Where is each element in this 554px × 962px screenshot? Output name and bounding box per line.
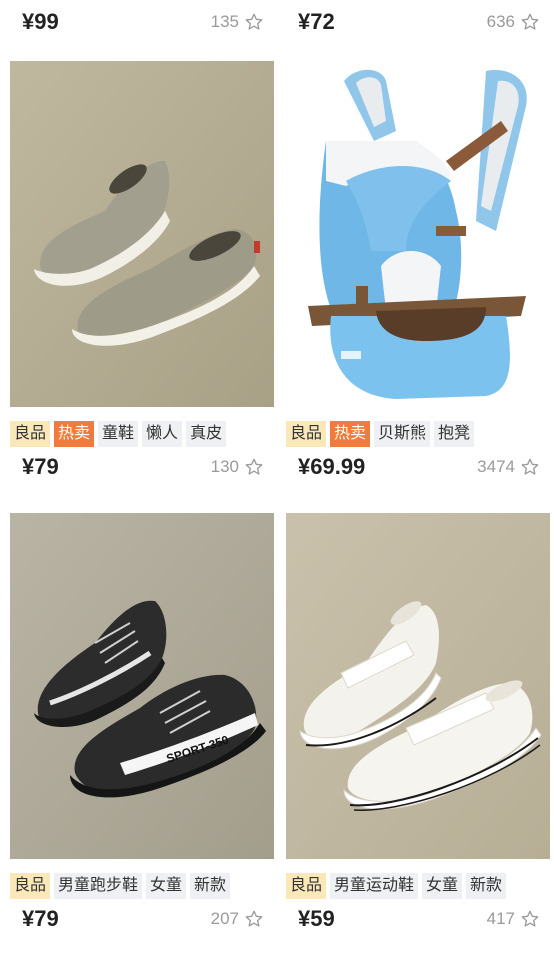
- product-image[interactable]: SPORT-350: [10, 513, 274, 859]
- product-photo: [286, 61, 550, 407]
- like-button[interactable]: 3474: [477, 457, 540, 477]
- tag[interactable]: 贝斯熊: [374, 421, 431, 447]
- price: ¥69.99: [298, 454, 366, 479]
- price-row: ¥79 130: [22, 447, 264, 487]
- price: ¥99: [22, 9, 59, 34]
- tag-good: 良品: [286, 873, 327, 899]
- like-button[interactable]: 135: [211, 12, 264, 32]
- tag-list: 良品 热卖 贝斯熊 抱凳: [286, 421, 550, 447]
- tag[interactable]: 抱凳: [434, 421, 475, 447]
- product-photo: [10, 61, 274, 407]
- product-image[interactable]: [286, 513, 550, 859]
- like-button[interactable]: 417: [487, 909, 540, 929]
- like-button[interactable]: 130: [211, 457, 264, 477]
- like-button[interactable]: 207: [211, 909, 264, 929]
- product-card[interactable]: 良品 男童运动鞋 女童 新款 ¥59 417: [286, 513, 550, 939]
- tag[interactable]: 童鞋: [98, 421, 139, 447]
- price-row: ¥59 417: [298, 899, 540, 939]
- likes-count: 417: [486, 909, 515, 928]
- price-row: ¥69.99 3474: [298, 447, 540, 487]
- star-outline-icon: [521, 910, 539, 927]
- tag-list: 良品 男童运动鞋 女童 新款: [286, 873, 550, 899]
- tag-hot: 热卖: [330, 421, 371, 447]
- tag-list: 良品 男童跑步鞋 女童 新款: [10, 873, 274, 899]
- star-outline-icon: [245, 458, 263, 475]
- price-row: ¥79 207: [22, 899, 264, 939]
- product-image[interactable]: [286, 61, 550, 407]
- product-feed: ¥99 135 ¥72 636 良品 热卖 童鞋 懒人 真皮 ¥79 130 良…: [0, 0, 554, 962]
- tag-good: 良品: [10, 873, 51, 899]
- likes-count: 130: [210, 457, 239, 476]
- tag[interactable]: 懒人: [142, 421, 183, 447]
- tag-hot: 热卖: [54, 421, 95, 447]
- product-card[interactable]: SPORT-350 良品 男童跑步鞋 女童 新款 ¥79 207: [10, 513, 274, 939]
- likes-count: 3474: [477, 457, 515, 476]
- star-outline-icon: [245, 910, 263, 927]
- tag[interactable]: 女童: [422, 873, 463, 899]
- price: ¥79: [22, 906, 59, 931]
- tag[interactable]: 新款: [190, 873, 231, 899]
- star-outline-icon: [245, 13, 263, 30]
- product-image[interactable]: [10, 61, 274, 407]
- price-row: ¥99 135: [22, 2, 264, 42]
- tag[interactable]: 新款: [466, 873, 507, 899]
- price: ¥79: [22, 454, 59, 479]
- tag-list: 良品 热卖 童鞋 懒人 真皮: [10, 421, 274, 447]
- like-button[interactable]: 636: [487, 12, 540, 32]
- product-photo: [286, 513, 550, 859]
- price-row: ¥72 636: [298, 2, 540, 42]
- likes-count: 636: [486, 12, 515, 31]
- likes-count: 207: [210, 909, 239, 928]
- star-outline-icon: [521, 13, 539, 30]
- product-photo: SPORT-350: [10, 513, 274, 859]
- product-card[interactable]: 良品 热卖 童鞋 懒人 真皮 ¥79 130: [10, 61, 274, 487]
- product-card[interactable]: 良品 热卖 贝斯熊 抱凳 ¥69.99 3474: [286, 61, 550, 487]
- tag[interactable]: 男童运动鞋: [330, 873, 419, 899]
- tag[interactable]: 女童: [146, 873, 187, 899]
- tag-good: 良品: [286, 421, 327, 447]
- tag[interactable]: 男童跑步鞋: [54, 873, 143, 899]
- tag[interactable]: 真皮: [186, 421, 227, 447]
- likes-count: 135: [210, 12, 239, 31]
- tag-good: 良品: [10, 421, 51, 447]
- star-outline-icon: [521, 458, 539, 475]
- price: ¥72: [298, 9, 335, 34]
- price: ¥59: [298, 906, 335, 931]
